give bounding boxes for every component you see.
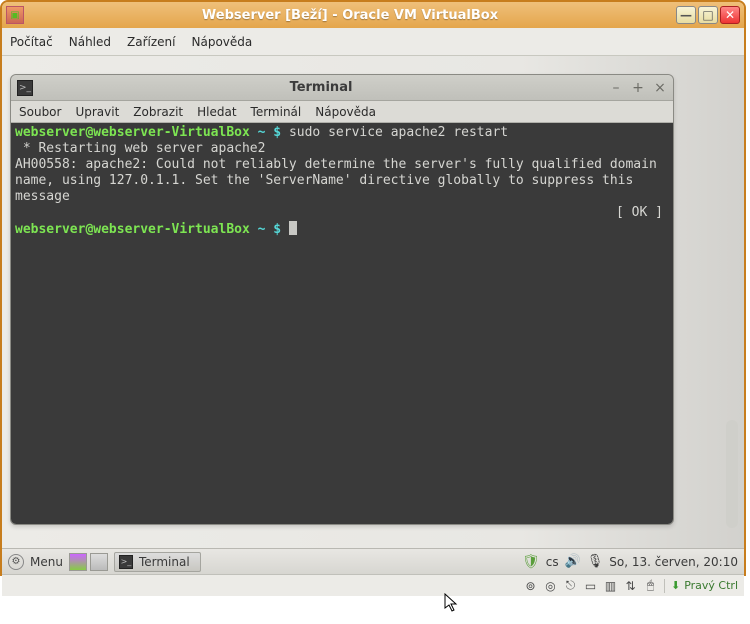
- guest-taskbar: ⚙ Menu >_ Terminal 🛡 cs 🔊 🎙 So, 13. červ…: [2, 548, 744, 574]
- workspace-icon[interactable]: [69, 553, 87, 571]
- network-icon[interactable]: ⇅: [623, 578, 638, 593]
- output-line: * Restarting web server apache2: [15, 141, 265, 156]
- clock[interactable]: So, 13. červen, 20:10: [609, 555, 738, 569]
- prompt-path: ~ $: [258, 222, 281, 237]
- menu-devices[interactable]: Zařízení: [127, 35, 175, 49]
- guest-desktop[interactable]: >_ Terminal – + × Soubor Upravit Zobrazi…: [2, 56, 744, 574]
- terminal-output[interactable]: webserver@webserver-VirtualBox ~ $ sudo …: [11, 123, 673, 524]
- gear-icon[interactable]: ⚙: [8, 554, 24, 570]
- workspace-icon[interactable]: [90, 553, 108, 571]
- menu-help[interactable]: Nápověda: [192, 35, 253, 49]
- terminal-icon: >_: [17, 80, 33, 96]
- terminal-window: >_ Terminal – + × Soubor Upravit Zobrazi…: [10, 74, 674, 525]
- prompt-user: webserver@webserver-VirtualBox: [15, 125, 250, 140]
- taskbar-task-terminal[interactable]: >_ Terminal: [114, 552, 201, 572]
- optical-icon[interactable]: ◎: [543, 578, 558, 593]
- close-button[interactable]: ✕: [720, 6, 740, 24]
- term-minimize-button[interactable]: –: [609, 81, 623, 95]
- arrow-down-icon: ⬇: [671, 579, 680, 592]
- host-key-indicator[interactable]: ⬇ Pravý Ctrl: [671, 579, 738, 592]
- maximize-button[interactable]: □: [698, 6, 718, 24]
- shared-folder-icon[interactable]: ▭: [583, 578, 598, 593]
- start-menu-button[interactable]: Menu: [30, 555, 63, 569]
- hdd-icon[interactable]: ⊚: [523, 578, 538, 593]
- term-menu-view[interactable]: Zobrazit: [133, 105, 183, 119]
- vbox-window-controls: — □ ✕: [676, 6, 740, 24]
- term-menu-terminal[interactable]: Terminál: [251, 105, 302, 119]
- scrollbar[interactable]: [726, 420, 738, 528]
- volume-icon[interactable]: 🔊: [565, 554, 581, 569]
- term-maximize-button[interactable]: +: [631, 81, 645, 95]
- terminal-titlebar[interactable]: >_ Terminal – + ×: [11, 75, 673, 101]
- keyboard-layout-indicator[interactable]: cs: [546, 555, 559, 569]
- prompt-user: webserver@webserver-VirtualBox: [15, 222, 250, 237]
- vbox-status-icons: ⊚ ◎ ⎋ ▭ ▥ ⇅ 🖱: [523, 578, 658, 593]
- usb-icon[interactable]: ⎋: [563, 578, 578, 593]
- mouse-cursor-icon: [444, 593, 460, 613]
- menu-machine[interactable]: Počítač: [10, 35, 53, 49]
- task-label: Terminal: [139, 555, 190, 569]
- prompt-path: ~ $: [258, 125, 281, 140]
- host-key-label: Pravý Ctrl: [684, 579, 738, 592]
- shield-icon[interactable]: 🛡: [522, 554, 540, 570]
- term-menu-file[interactable]: Soubor: [19, 105, 61, 119]
- vbox-titlebar[interactable]: ▣ Webserver [Beží] - Oracle VM VirtualBo…: [2, 2, 744, 28]
- system-tray: 🛡 cs 🔊 🎙 So, 13. červen, 20:10: [522, 554, 738, 570]
- vbox-menubar: Počítač Náhled Zařízení Nápověda: [2, 28, 744, 56]
- term-close-button[interactable]: ×: [653, 81, 667, 95]
- terminal-title: Terminal: [39, 80, 603, 95]
- minimize-button[interactable]: —: [676, 6, 696, 24]
- terminal-icon: >_: [119, 555, 133, 569]
- menu-view[interactable]: Náhled: [69, 35, 111, 49]
- command-text: sudo service apache2 restart: [289, 125, 508, 140]
- terminal-menubar: Soubor Upravit Zobrazit Hledat Terminál …: [11, 101, 673, 123]
- display-icon[interactable]: ▥: [603, 578, 618, 593]
- workspace-switcher[interactable]: [69, 553, 108, 571]
- microphone-icon[interactable]: 🎙: [587, 554, 604, 569]
- vbox-statusbar: ⊚ ◎ ⎋ ▭ ▥ ⇅ 🖱 ⬇ Pravý Ctrl: [2, 574, 744, 596]
- terminal-window-controls: – + ×: [609, 81, 667, 95]
- vbox-app-icon: ▣: [6, 6, 24, 24]
- term-menu-edit[interactable]: Upravit: [75, 105, 119, 119]
- vbox-title: Webserver [Beží] - Oracle VM VirtualBox: [28, 8, 672, 23]
- term-menu-search[interactable]: Hledat: [197, 105, 236, 119]
- status-ok: [ OK ]: [616, 205, 669, 221]
- cursor: [289, 221, 297, 235]
- output-line: AH00558: apache2: Could not reliably det…: [15, 157, 665, 204]
- term-menu-help[interactable]: Nápověda: [315, 105, 376, 119]
- virtualbox-window: ▣ Webserver [Beží] - Oracle VM VirtualBo…: [0, 0, 746, 576]
- mouse-integration-icon[interactable]: 🖱: [643, 578, 658, 593]
